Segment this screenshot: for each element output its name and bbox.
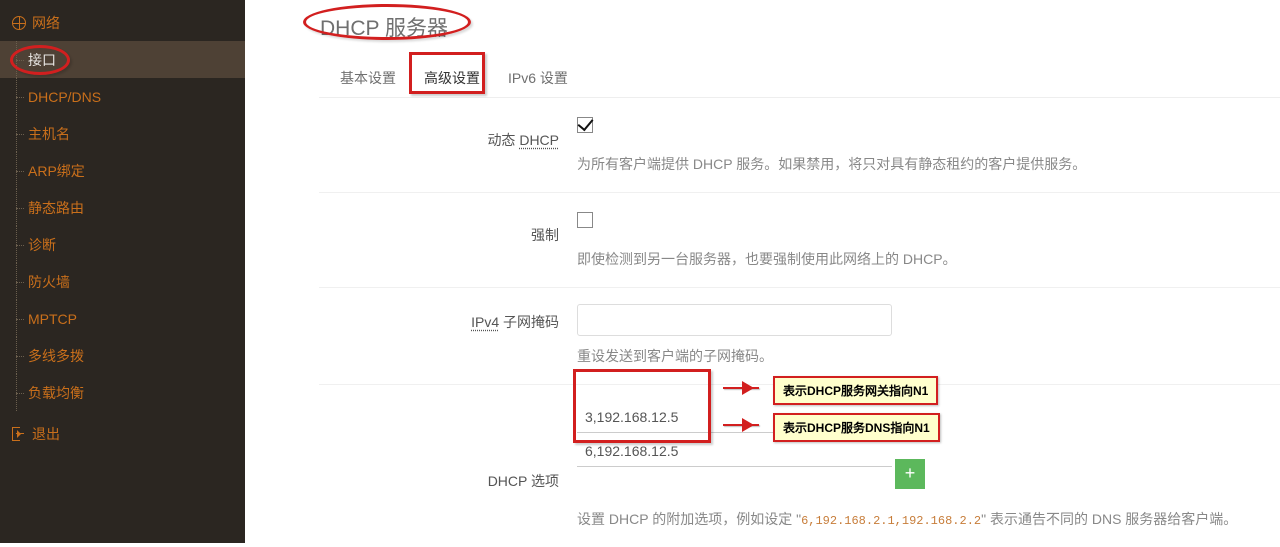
- sidebar-item-interfaces[interactable]: 接口: [0, 41, 245, 78]
- field-force: 强制 即使检测到另一台服务器，也要强制使用此网络上的 DHCP。: [319, 193, 1280, 288]
- sidebar-logout[interactable]: 退出: [0, 415, 245, 452]
- sidebar-section-label: 网络: [32, 13, 60, 33]
- sidebar-item-firewall[interactable]: 防火墙: [0, 263, 245, 300]
- add-dhcp-option-button[interactable]: +: [895, 459, 925, 489]
- anno-callout-2: 表示DHCP服务DNS指向N1: [773, 413, 940, 442]
- force-checkbox[interactable]: [577, 212, 593, 228]
- tab-ipv6[interactable]: IPv6 设置: [498, 62, 578, 98]
- field-dynamic-dhcp: 动态 DHCP 为所有客户端提供 DHCP 服务。如果禁用，将只对具有静态租约的…: [319, 98, 1280, 193]
- field-hint: 为所有客户端提供 DHCP 服务。如果禁用，将只对具有静态租约的客户提供服务。: [577, 154, 1280, 174]
- settings-panel: 动态 DHCP 为所有客户端提供 DHCP 服务。如果禁用，将只对具有静态租约的…: [319, 97, 1280, 543]
- sidebar: 网络 接口 DHCP/DNS 主机名 ARP绑定 静态路由 诊断 防火墙 MPT…: [0, 0, 245, 543]
- sidebar-item-load-balance[interactable]: 负载均衡: [0, 374, 245, 411]
- dynamic-dhcp-checkbox[interactable]: [577, 117, 593, 133]
- tab-basic[interactable]: 基本设置: [330, 62, 406, 98]
- sidebar-item-static-routes[interactable]: 静态路由: [0, 189, 245, 226]
- tab-advanced[interactable]: 高级设置: [414, 62, 490, 98]
- field-netmask: IPv4 子网掩码 重设发送到客户端的子网掩码。: [319, 288, 1280, 385]
- anno-callout-1: 表示DHCP服务网关指向N1: [773, 376, 938, 405]
- anno-arrow-2: [723, 424, 759, 426]
- netmask-input[interactable]: [577, 304, 892, 336]
- anno-arrow-1: [723, 387, 759, 389]
- field-hint: 设置 DHCP 的附加选项，例如设定 "6,192.168.2.1,192.16…: [577, 509, 1280, 529]
- sidebar-section-network[interactable]: 网络: [0, 4, 245, 41]
- field-label: 动态 DHCP: [319, 110, 577, 150]
- sidebar-item-label: 接口: [28, 50, 56, 70]
- field-label: 强制: [319, 205, 577, 245]
- tab-bar: 基本设置 高级设置 IPv6 设置: [330, 62, 578, 98]
- sidebar-item-diagnostics[interactable]: 诊断: [0, 226, 245, 263]
- sidebar-item-label: ARP绑定: [28, 161, 85, 181]
- sidebar-item-hostnames[interactable]: 主机名: [0, 115, 245, 152]
- sidebar-item-dhcp-dns[interactable]: DHCP/DNS: [0, 78, 245, 115]
- main-content: DHCP 服务器 基本设置 高级设置 IPv6 设置 动态 DHCP 为所有客户…: [245, 0, 1280, 543]
- sidebar-item-label: 诊断: [28, 235, 56, 255]
- field-dhcp-options: DHCP 选项 + 设置 DHCP 的附加选项，例如设定 "6,192.168.…: [319, 385, 1280, 547]
- sidebar-item-multiwan[interactable]: 多线多拨: [0, 337, 245, 374]
- sidebar-item-label: 负载均衡: [28, 383, 84, 403]
- sidebar-item-label: 主机名: [28, 124, 70, 144]
- sidebar-logout-label: 退出: [32, 424, 60, 444]
- globe-icon: [12, 16, 26, 30]
- field-label: IPv4 子网掩码: [319, 300, 577, 332]
- sidebar-item-mptcp[interactable]: MPTCP: [0, 300, 245, 337]
- field-hint: 即使检测到另一台服务器，也要强制使用此网络上的 DHCP。: [577, 249, 1280, 269]
- sidebar-item-label: MPTCP: [28, 311, 77, 327]
- page-title: DHCP 服务器: [320, 12, 448, 42]
- sidebar-item-label: 防火墙: [28, 272, 70, 292]
- sidebar-item-label: 静态路由: [28, 198, 84, 218]
- logout-icon: [12, 427, 26, 441]
- field-label: DHCP 选项: [319, 397, 577, 491]
- sidebar-item-label: 多线多拨: [28, 346, 84, 366]
- sidebar-item-label: DHCP/DNS: [28, 89, 101, 105]
- field-hint: 重设发送到客户端的子网掩码。: [577, 346, 1280, 366]
- sidebar-item-arp[interactable]: ARP绑定: [0, 152, 245, 189]
